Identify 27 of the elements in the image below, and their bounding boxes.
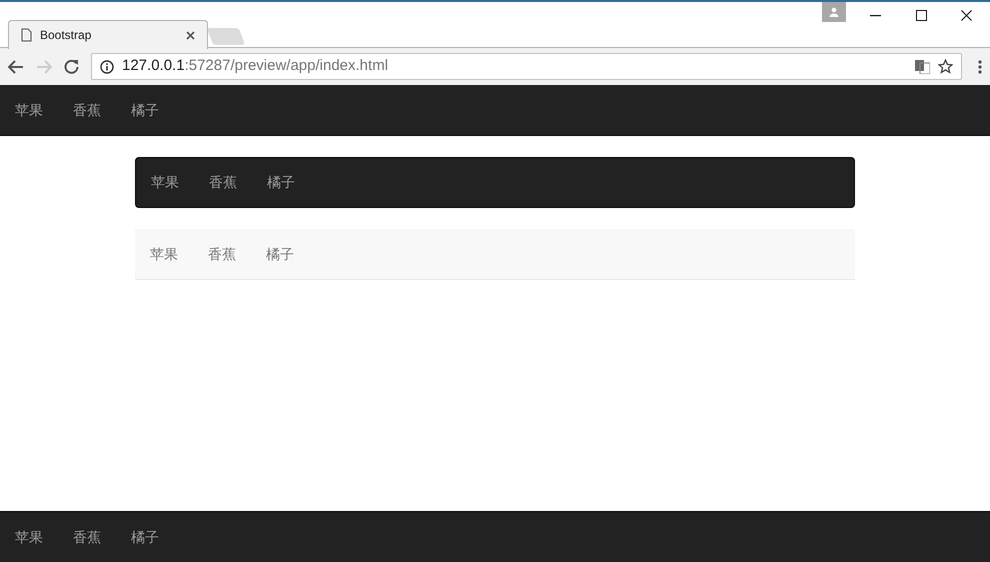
nav-link[interactable]: 橘子 — [252, 172, 310, 193]
info-icon[interactable] — [100, 60, 114, 74]
menu-icon[interactable] — [978, 60, 982, 74]
nav-link[interactable]: 橘子 — [251, 244, 309, 264]
nav-link[interactable]: 香蕉 — [194, 172, 252, 193]
close-icon[interactable] — [961, 10, 972, 21]
nav-link[interactable]: 苹果 — [0, 100, 58, 120]
address-bar[interactable]: 127.0.0.1:57287/preview/app/index.html — [91, 53, 962, 80]
nav-link[interactable]: 香蕉 — [193, 244, 251, 264]
nav-link[interactable]: 橘子 — [116, 100, 174, 120]
nav-link[interactable]: 苹果 — [136, 172, 194, 193]
nav-link[interactable]: 橘子 — [116, 526, 174, 548]
url-host: 127.0.0.1 — [122, 57, 185, 74]
maximize-icon[interactable] — [916, 10, 927, 21]
nav-link[interactable]: 苹果 — [135, 244, 193, 264]
browser-tab[interactable]: Bootstrap — [8, 20, 208, 49]
nav-link[interactable]: 香蕉 — [58, 526, 116, 548]
page-icon — [21, 28, 32, 42]
star-icon[interactable] — [938, 59, 953, 74]
tab-title: Bootstrap — [40, 27, 92, 44]
reload-icon[interactable] — [64, 59, 79, 74]
url-path: :57287/preview/app/index.html — [184, 57, 388, 74]
close-icon[interactable] — [186, 30, 195, 40]
nav-link[interactable]: 苹果 — [0, 526, 58, 548]
nav-link[interactable]: 香蕉 — [58, 100, 116, 120]
back-icon[interactable] — [8, 60, 24, 74]
minimize-icon[interactable] — [870, 15, 881, 17]
